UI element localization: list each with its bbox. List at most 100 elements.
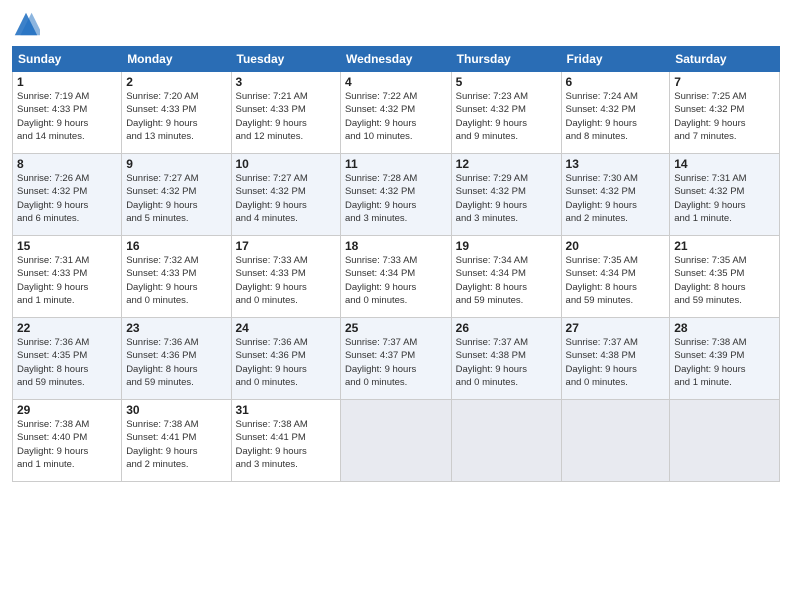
calendar-header-saturday: Saturday	[670, 47, 780, 72]
day-info: Sunrise: 7:37 AM Sunset: 4:37 PM Dayligh…	[345, 336, 447, 389]
day-number: 16	[126, 239, 226, 253]
day-info: Sunrise: 7:38 AM Sunset: 4:41 PM Dayligh…	[236, 418, 336, 471]
day-number: 11	[345, 157, 447, 171]
day-number: 18	[345, 239, 447, 253]
calendar-cell: 3Sunrise: 7:21 AM Sunset: 4:33 PM Daylig…	[231, 72, 340, 154]
calendar-cell: 31Sunrise: 7:38 AM Sunset: 4:41 PM Dayli…	[231, 400, 340, 482]
day-number: 5	[456, 75, 557, 89]
day-number: 1	[17, 75, 117, 89]
day-info: Sunrise: 7:33 AM Sunset: 4:33 PM Dayligh…	[236, 254, 336, 307]
day-info: Sunrise: 7:20 AM Sunset: 4:33 PM Dayligh…	[126, 90, 226, 143]
main-container: SundayMondayTuesdayWednesdayThursdayFrid…	[0, 0, 792, 490]
calendar-cell: 22Sunrise: 7:36 AM Sunset: 4:35 PM Dayli…	[13, 318, 122, 400]
calendar-cell: 24Sunrise: 7:36 AM Sunset: 4:36 PM Dayli…	[231, 318, 340, 400]
day-info: Sunrise: 7:25 AM Sunset: 4:32 PM Dayligh…	[674, 90, 775, 143]
day-number: 30	[126, 403, 226, 417]
calendar-cell	[340, 400, 451, 482]
day-number: 8	[17, 157, 117, 171]
calendar-cell	[670, 400, 780, 482]
calendar-header-sunday: Sunday	[13, 47, 122, 72]
day-number: 24	[236, 321, 336, 335]
day-info: Sunrise: 7:36 AM Sunset: 4:36 PM Dayligh…	[236, 336, 336, 389]
calendar-body: 1Sunrise: 7:19 AM Sunset: 4:33 PM Daylig…	[13, 72, 780, 482]
day-info: Sunrise: 7:30 AM Sunset: 4:32 PM Dayligh…	[566, 172, 666, 225]
calendar-cell: 15Sunrise: 7:31 AM Sunset: 4:33 PM Dayli…	[13, 236, 122, 318]
calendar-cell: 28Sunrise: 7:38 AM Sunset: 4:39 PM Dayli…	[670, 318, 780, 400]
day-number: 22	[17, 321, 117, 335]
calendar-cell: 29Sunrise: 7:38 AM Sunset: 4:40 PM Dayli…	[13, 400, 122, 482]
day-number: 13	[566, 157, 666, 171]
day-number: 17	[236, 239, 336, 253]
day-number: 26	[456, 321, 557, 335]
calendar-week-5: 29Sunrise: 7:38 AM Sunset: 4:40 PM Dayli…	[13, 400, 780, 482]
day-info: Sunrise: 7:27 AM Sunset: 4:32 PM Dayligh…	[126, 172, 226, 225]
calendar-cell: 6Sunrise: 7:24 AM Sunset: 4:32 PM Daylig…	[561, 72, 670, 154]
day-info: Sunrise: 7:37 AM Sunset: 4:38 PM Dayligh…	[566, 336, 666, 389]
calendar-cell	[451, 400, 561, 482]
logo-icon	[12, 10, 40, 38]
calendar-cell: 20Sunrise: 7:35 AM Sunset: 4:34 PM Dayli…	[561, 236, 670, 318]
calendar-cell: 27Sunrise: 7:37 AM Sunset: 4:38 PM Dayli…	[561, 318, 670, 400]
day-number: 19	[456, 239, 557, 253]
day-info: Sunrise: 7:34 AM Sunset: 4:34 PM Dayligh…	[456, 254, 557, 307]
day-info: Sunrise: 7:37 AM Sunset: 4:38 PM Dayligh…	[456, 336, 557, 389]
day-number: 28	[674, 321, 775, 335]
calendar-week-1: 1Sunrise: 7:19 AM Sunset: 4:33 PM Daylig…	[13, 72, 780, 154]
day-number: 29	[17, 403, 117, 417]
calendar-header-thursday: Thursday	[451, 47, 561, 72]
calendar-week-4: 22Sunrise: 7:36 AM Sunset: 4:35 PM Dayli…	[13, 318, 780, 400]
day-info: Sunrise: 7:23 AM Sunset: 4:32 PM Dayligh…	[456, 90, 557, 143]
day-info: Sunrise: 7:22 AM Sunset: 4:32 PM Dayligh…	[345, 90, 447, 143]
day-info: Sunrise: 7:28 AM Sunset: 4:32 PM Dayligh…	[345, 172, 447, 225]
day-info: Sunrise: 7:35 AM Sunset: 4:34 PM Dayligh…	[566, 254, 666, 307]
calendar-cell: 25Sunrise: 7:37 AM Sunset: 4:37 PM Dayli…	[340, 318, 451, 400]
calendar-header-monday: Monday	[122, 47, 231, 72]
calendar-cell: 7Sunrise: 7:25 AM Sunset: 4:32 PM Daylig…	[670, 72, 780, 154]
day-number: 7	[674, 75, 775, 89]
calendar-cell	[561, 400, 670, 482]
day-info: Sunrise: 7:24 AM Sunset: 4:32 PM Dayligh…	[566, 90, 666, 143]
day-number: 6	[566, 75, 666, 89]
day-info: Sunrise: 7:31 AM Sunset: 4:32 PM Dayligh…	[674, 172, 775, 225]
day-number: 12	[456, 157, 557, 171]
calendar-cell: 16Sunrise: 7:32 AM Sunset: 4:33 PM Dayli…	[122, 236, 231, 318]
calendar-header-friday: Friday	[561, 47, 670, 72]
calendar-cell: 13Sunrise: 7:30 AM Sunset: 4:32 PM Dayli…	[561, 154, 670, 236]
logo	[12, 10, 44, 38]
calendar-cell: 9Sunrise: 7:27 AM Sunset: 4:32 PM Daylig…	[122, 154, 231, 236]
calendar-cell: 11Sunrise: 7:28 AM Sunset: 4:32 PM Dayli…	[340, 154, 451, 236]
calendar-cell: 8Sunrise: 7:26 AM Sunset: 4:32 PM Daylig…	[13, 154, 122, 236]
calendar-cell: 17Sunrise: 7:33 AM Sunset: 4:33 PM Dayli…	[231, 236, 340, 318]
calendar-cell: 30Sunrise: 7:38 AM Sunset: 4:41 PM Dayli…	[122, 400, 231, 482]
header	[12, 10, 780, 38]
day-number: 9	[126, 157, 226, 171]
calendar-cell: 5Sunrise: 7:23 AM Sunset: 4:32 PM Daylig…	[451, 72, 561, 154]
day-info: Sunrise: 7:33 AM Sunset: 4:34 PM Dayligh…	[345, 254, 447, 307]
day-info: Sunrise: 7:31 AM Sunset: 4:33 PM Dayligh…	[17, 254, 117, 307]
calendar-cell: 19Sunrise: 7:34 AM Sunset: 4:34 PM Dayli…	[451, 236, 561, 318]
day-info: Sunrise: 7:36 AM Sunset: 4:35 PM Dayligh…	[17, 336, 117, 389]
calendar-cell: 2Sunrise: 7:20 AM Sunset: 4:33 PM Daylig…	[122, 72, 231, 154]
calendar-header-tuesday: Tuesday	[231, 47, 340, 72]
day-info: Sunrise: 7:38 AM Sunset: 4:40 PM Dayligh…	[17, 418, 117, 471]
calendar-cell: 14Sunrise: 7:31 AM Sunset: 4:32 PM Dayli…	[670, 154, 780, 236]
day-number: 10	[236, 157, 336, 171]
calendar-week-3: 15Sunrise: 7:31 AM Sunset: 4:33 PM Dayli…	[13, 236, 780, 318]
calendar-cell: 23Sunrise: 7:36 AM Sunset: 4:36 PM Dayli…	[122, 318, 231, 400]
day-number: 2	[126, 75, 226, 89]
day-number: 23	[126, 321, 226, 335]
day-number: 15	[17, 239, 117, 253]
day-info: Sunrise: 7:27 AM Sunset: 4:32 PM Dayligh…	[236, 172, 336, 225]
calendar-header-wednesday: Wednesday	[340, 47, 451, 72]
day-number: 31	[236, 403, 336, 417]
day-number: 20	[566, 239, 666, 253]
day-number: 14	[674, 157, 775, 171]
day-number: 4	[345, 75, 447, 89]
calendar-cell: 4Sunrise: 7:22 AM Sunset: 4:32 PM Daylig…	[340, 72, 451, 154]
day-info: Sunrise: 7:29 AM Sunset: 4:32 PM Dayligh…	[456, 172, 557, 225]
day-info: Sunrise: 7:38 AM Sunset: 4:39 PM Dayligh…	[674, 336, 775, 389]
calendar-cell: 12Sunrise: 7:29 AM Sunset: 4:32 PM Dayli…	[451, 154, 561, 236]
day-info: Sunrise: 7:26 AM Sunset: 4:32 PM Dayligh…	[17, 172, 117, 225]
day-info: Sunrise: 7:21 AM Sunset: 4:33 PM Dayligh…	[236, 90, 336, 143]
day-number: 3	[236, 75, 336, 89]
